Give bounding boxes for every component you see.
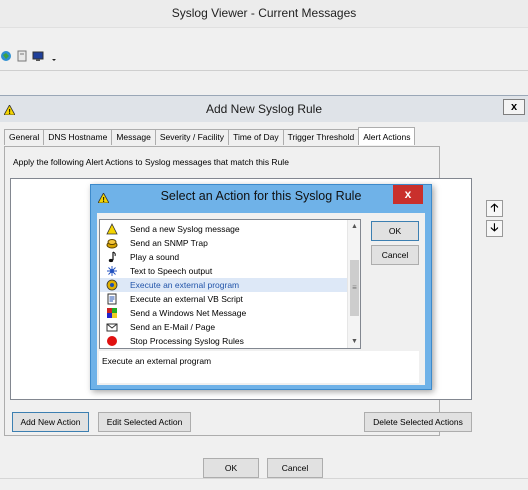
gear-icon xyxy=(106,279,118,291)
list-item-label: Execute an external VB Script xyxy=(130,294,243,304)
instruction-text: Apply the following Alert Actions to Sys… xyxy=(13,157,289,167)
list-item-label: Play a sound xyxy=(130,252,180,262)
tab-general[interactable]: General xyxy=(4,129,45,145)
close-button[interactable]: x xyxy=(503,99,525,115)
toolbar xyxy=(0,44,528,68)
dialog-title: Add New Syslog Rule xyxy=(205,102,323,116)
window-title: Syslog Viewer - Current Messages xyxy=(0,0,528,28)
net-message-icon xyxy=(106,307,118,319)
action-cancel-button[interactable]: Cancel xyxy=(371,245,419,265)
edit-selected-action-button[interactable]: Edit Selected Action xyxy=(98,412,191,432)
tab-time-of-day[interactable]: Time of Day xyxy=(228,129,284,145)
dropdown-arrow-icon[interactable] xyxy=(48,50,60,62)
action-close-button[interactable]: x xyxy=(393,185,423,204)
action-ok-button[interactable]: OK xyxy=(371,221,419,241)
list-item[interactable]: Send an E-Mail / Page xyxy=(100,320,348,334)
list-item[interactable]: Play a sound xyxy=(100,250,348,264)
list-scrollbar[interactable]: ▲ ≡ ▼ xyxy=(347,220,360,348)
list-item[interactable]: Text to Speech output xyxy=(100,264,348,278)
list-item-label: Send a Windows Net Message xyxy=(130,308,247,318)
script-icon xyxy=(106,293,118,305)
stop-icon xyxy=(106,335,118,347)
list-item[interactable]: Send a Windows Net Message xyxy=(100,306,348,320)
warning-icon xyxy=(106,223,118,235)
speech-icon xyxy=(106,265,118,277)
dialog-titlebar: ! Add New Syslog Rule x xyxy=(0,96,528,122)
scroll-up-icon[interactable]: ▲ xyxy=(349,221,360,232)
tab-alert-actions[interactable]: Alert Actions xyxy=(358,127,416,145)
action-dialog-body: Send a new Syslog message Send an SNMP T… xyxy=(97,213,425,385)
list-item[interactable]: Execute an external VB Script xyxy=(100,292,348,306)
toolbar-divider xyxy=(0,70,528,71)
scroll-down-icon[interactable]: ▼ xyxy=(349,336,360,347)
action-description: Execute an external program xyxy=(99,351,419,383)
list-item-label: Stop Processing Syslog Rules xyxy=(130,336,244,346)
list-item-label: Execute an external program xyxy=(130,280,240,290)
add-new-action-button[interactable]: Add New Action xyxy=(12,412,89,432)
list-item[interactable]: Stop Processing Syslog Rules xyxy=(100,334,348,348)
tab-strip: General DNS Hostname Message Severity / … xyxy=(4,127,416,147)
action-listbox[interactable]: Send a new Syslog message Send an SNMP T… xyxy=(99,219,361,349)
move-up-button[interactable]: 🡡 xyxy=(486,200,503,217)
music-note-icon xyxy=(106,251,118,263)
ok-button[interactable]: OK xyxy=(203,458,259,478)
tab-severity-facility[interactable]: Severity / Facility xyxy=(154,129,230,145)
arrow-down-icon: 🡣 xyxy=(490,222,499,234)
list-item[interactable]: Send an SNMP Trap xyxy=(100,236,348,250)
cancel-button[interactable]: Cancel xyxy=(267,458,323,478)
list-item[interactable]: Send a new Syslog message xyxy=(100,222,348,236)
document-icon[interactable] xyxy=(16,50,28,62)
list-item-label: Send a new Syslog message xyxy=(130,224,240,234)
tab-dns-hostname[interactable]: DNS Hostname xyxy=(43,129,113,145)
trap-icon xyxy=(106,237,118,249)
list-item[interactable]: Execute an external program xyxy=(100,278,348,292)
move-down-button[interactable]: 🡣 xyxy=(486,220,503,237)
select-action-dialog: ! Select an Action for this Syslog Rule … xyxy=(90,184,432,390)
tab-trigger-threshold[interactable]: Trigger Threshold xyxy=(282,129,360,145)
monitor-icon[interactable] xyxy=(32,50,44,62)
action-dialog-title: Select an Action for this Syslog Rule xyxy=(160,189,362,203)
globe-icon[interactable] xyxy=(0,50,12,62)
delete-selected-actions-button[interactable]: Delete Selected Actions xyxy=(364,412,472,432)
footer-divider xyxy=(0,478,528,479)
list-item-label: Send an SNMP Trap xyxy=(130,238,208,248)
tab-message[interactable]: Message xyxy=(111,129,156,145)
scroll-thumb[interactable]: ≡ xyxy=(350,260,359,316)
envelope-icon xyxy=(106,321,118,333)
arrow-up-icon: 🡡 xyxy=(490,202,499,214)
list-item-label: Send an E-Mail / Page xyxy=(130,322,216,332)
list-item-label: Text to Speech output xyxy=(130,266,213,276)
